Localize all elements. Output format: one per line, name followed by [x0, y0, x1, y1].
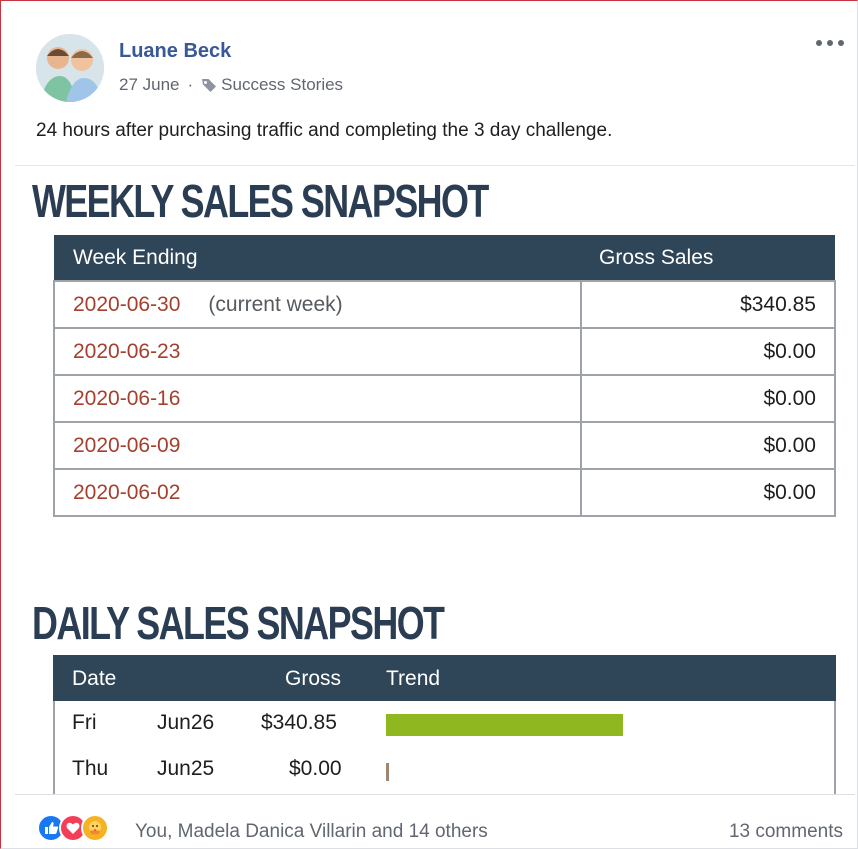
day-name: Fri — [72, 711, 97, 734]
post-meta: 27 June · Success Stories — [119, 75, 343, 95]
week-note: (current week) — [208, 292, 343, 316]
column-header-gross: Gross Sales — [581, 235, 835, 281]
week-date: 2020-06-02 — [73, 480, 181, 504]
daily-sales-table: Date Gross Trend Fri Jun26 $340.85 Thu J… — [53, 655, 836, 794]
table-row: 2020-06-02 $0.00 — [53, 468, 836, 517]
week-date-cell: 2020-06-02 — [53, 468, 582, 517]
table-row: 2020-06-30 (current week) $340.85 — [53, 280, 836, 329]
more-dots-icon — [816, 40, 844, 46]
day-gross: $0.00 — [289, 757, 342, 780]
column-header-week: Week Ending — [54, 235, 581, 281]
weekly-sales-table: Week Ending Gross Sales 2020-06-30 (curre… — [53, 235, 836, 517]
table-row: 2020-06-09 $0.00 — [53, 421, 836, 470]
meta-separator: · — [187, 75, 194, 94]
week-amount: $0.00 — [580, 374, 836, 423]
column-header-gross: Gross — [285, 667, 342, 690]
avatar[interactable] — [36, 34, 104, 102]
week-date-cell: 2020-06-09 — [53, 421, 582, 470]
post-text: 24 hours after purchasing traffic and co… — [36, 120, 613, 141]
comments-link[interactable]: 13 comments — [729, 821, 843, 843]
column-header-date: Date — [72, 667, 117, 690]
care-icon — [81, 814, 109, 842]
tag-icon — [202, 79, 217, 92]
day-gross: $340.85 — [261, 711, 337, 734]
trend-bar — [386, 714, 623, 736]
table-row: 2020-06-16 $0.00 — [53, 374, 836, 423]
table-header-row: Week Ending Gross Sales — [54, 235, 835, 281]
week-date: 2020-06-16 — [73, 386, 181, 410]
week-amount: $0.00 — [580, 327, 836, 376]
week-date-cell: 2020-06-23 — [53, 327, 582, 376]
table-row: Thu Jun25 $0.00 — [55, 749, 836, 794]
trend-bar — [386, 763, 389, 781]
weekly-heading: WEEKLY SALES SNAPSHOT — [32, 175, 489, 227]
week-date-cell: 2020-06-16 — [53, 374, 582, 423]
post-date-link[interactable]: 27 June — [119, 75, 180, 95]
reaction-icons[interactable] — [37, 814, 109, 842]
more-options-button[interactable] — [813, 31, 847, 55]
post-attachment-image[interactable]: WEEKLY SALES SNAPSHOT Week Ending Gross … — [15, 165, 855, 794]
week-amount: $0.00 — [580, 421, 836, 470]
post-footer: You, Madela Danica Villarin and 14 other… — [15, 794, 855, 849]
author-name-link[interactable]: Luane Beck — [119, 40, 231, 63]
day-date: Jun26 — [157, 711, 215, 734]
week-amount: $0.00 — [580, 468, 836, 517]
table-row: Fri Jun26 $340.85 — [55, 703, 836, 749]
week-date: 2020-06-23 — [73, 339, 181, 363]
daily-heading: DAILY SALES SNAPSHOT — [32, 597, 445, 649]
post-card: Luane Beck 27 June · Success Stories 24 … — [0, 0, 858, 849]
week-date: 2020-06-09 — [73, 433, 181, 457]
table-row: 2020-06-23 $0.00 — [53, 327, 836, 376]
reactors-link[interactable]: You, Madela Danica Villarin and 14 other… — [135, 821, 488, 843]
week-amount: $340.85 — [580, 280, 836, 329]
topic-link[interactable]: Success Stories — [221, 75, 343, 95]
week-date: 2020-06-30 — [73, 292, 181, 316]
table-header-row: Date Gross Trend — [53, 655, 836, 701]
day-date: Jun25 — [157, 757, 215, 780]
week-date-cell: 2020-06-30 (current week) — [53, 280, 582, 329]
day-name: Thu — [72, 757, 109, 780]
column-header-trend: Trend — [386, 667, 441, 690]
